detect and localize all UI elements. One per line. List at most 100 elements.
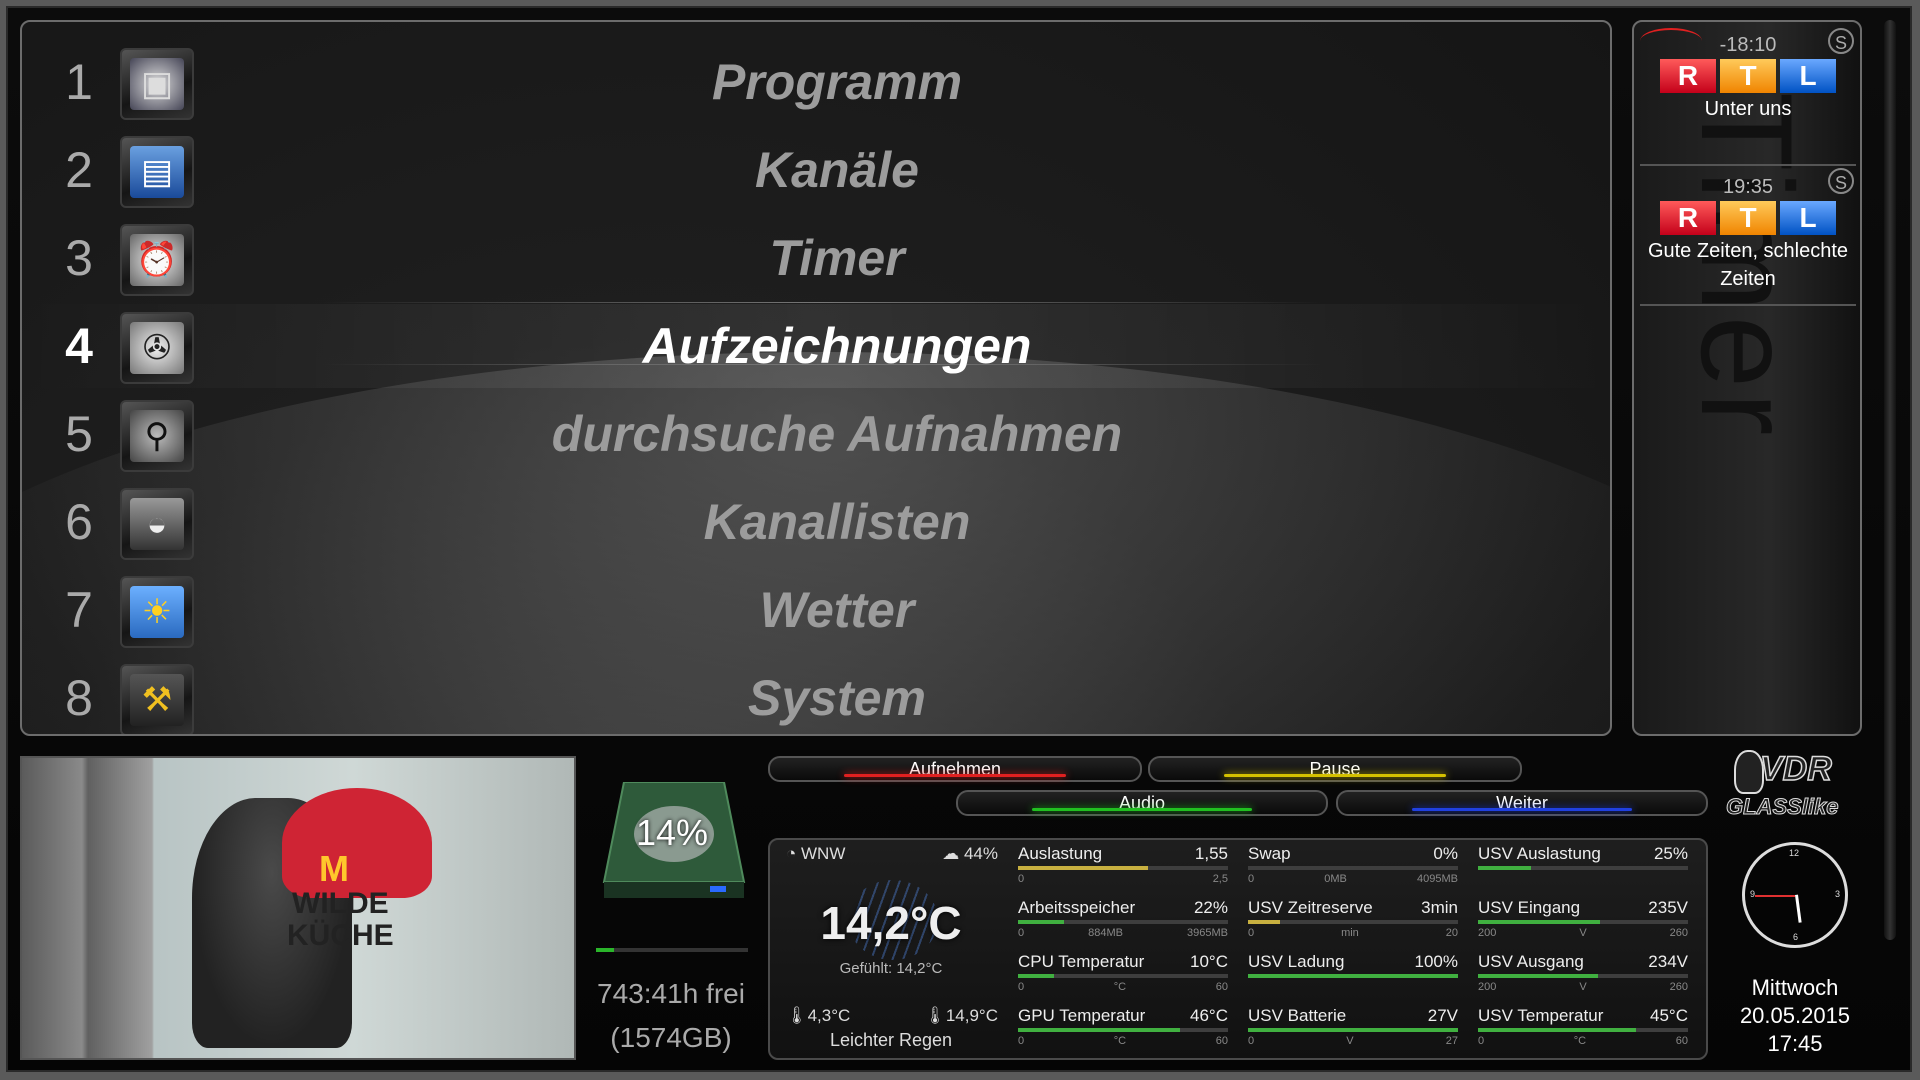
stat-max: 260 [1669, 927, 1688, 939]
stat-bar-fill [1248, 920, 1280, 924]
magnifier-icon: ⚲ [120, 400, 194, 472]
stat-bar [1478, 1028, 1688, 1032]
yellow-button[interactable]: Pause [1148, 756, 1522, 782]
menu-item-timer[interactable]: 3 ⏰ Timer [22, 214, 1610, 302]
stat-unit: 0MB [1324, 873, 1347, 885]
stat-name: Auslastung [1018, 844, 1103, 863]
stat-cpu-temperatur: CPU Temperatur 10°C 0 °C 60 [1018, 952, 1228, 1004]
menu-label: durchsuche Aufnahmen [551, 406, 1123, 462]
stat-name: Swap [1248, 844, 1291, 863]
stat-name: USV Temperatur [1478, 1006, 1604, 1025]
stat-usv-eingang: USV Eingang 235V 200 V 260 [1478, 898, 1688, 950]
menu-label: Programm [711, 54, 963, 110]
red-button[interactable]: Aufnehmen [768, 756, 1142, 782]
chef-hat-graphic [282, 788, 432, 898]
recordings-film-icon: ✇ [120, 312, 194, 384]
stat-min: 0 [1248, 1035, 1255, 1047]
timer-entry[interactable]: 19:35 RTL Gute Zeiten, schlechte Zeiten [1638, 164, 1858, 293]
stat-unit: °C [1573, 1035, 1587, 1047]
wind-direction: WNW [801, 844, 846, 863]
stat-bar [1248, 866, 1458, 870]
blue-button[interactable]: Weiter [1336, 790, 1708, 816]
rtl-logo-icon: RTL [1638, 59, 1858, 93]
stat-unit: V [1579, 981, 1587, 993]
stat-usv-zeitreserve: USV Zeitreserve 3min 0 min 20 [1248, 898, 1458, 950]
timer-entry[interactable]: -18:10 RTL Unter uns [1638, 22, 1858, 123]
stat-unit: min [1341, 927, 1359, 939]
stat-max: 260 [1669, 981, 1688, 993]
menu-item-durchsuche-aufnahmen[interactable]: 5 ⚲ durchsuche Aufnahmen [22, 390, 1610, 478]
stat-bar [1478, 920, 1688, 924]
timer-time: -18:10 [1719, 34, 1777, 56]
stat-value: 234V [1648, 952, 1688, 971]
stat-max: 60 [1215, 981, 1228, 993]
stat-bar [1018, 1028, 1228, 1032]
stat-min: 0 [1018, 981, 1025, 993]
stat-unit: °C [1113, 981, 1127, 993]
stat-unit: V [1346, 1035, 1354, 1047]
menu-number: 3 [65, 230, 93, 286]
stat-bar [1248, 974, 1458, 978]
thermometer-icon: 🌡 [786, 1006, 808, 1025]
menu-number: 1 [65, 54, 93, 110]
temp-min-value: 4,3°C [807, 1006, 851, 1025]
satellite-dish-icon: ◒ [120, 488, 194, 560]
stat-max: 4095MB [1417, 873, 1458, 885]
mcdonalds-logo-icon: M [319, 848, 349, 889]
stat-name: USV Zeitreserve [1248, 898, 1373, 917]
stat-arbeitsspeicher: Arbeitsspeicher 22% 0 884MB 3965MB [1018, 898, 1228, 950]
disk-free: 743:41h frei (1574GB) [586, 972, 756, 1060]
menu-item-wetter[interactable]: 7 ☀ Wetter [22, 566, 1610, 654]
stat-bar-fill [1018, 1028, 1180, 1032]
menu-item-programm[interactable]: 1 ▣ Programm [22, 38, 1610, 126]
menu-number: 8 [65, 670, 93, 726]
stat-bar [1248, 1028, 1458, 1032]
stat-name: USV Batterie [1248, 1006, 1347, 1025]
stat-bar-fill [1248, 974, 1458, 978]
time: 17:45 [1767, 1031, 1823, 1056]
menu-number: 5 [65, 406, 93, 462]
temp-max-value: 14,9°C [945, 1006, 998, 1025]
stat-unit: V [1579, 927, 1587, 939]
stat-value: 0% [1433, 844, 1458, 863]
channels-icon: ▤ [120, 136, 194, 208]
stat-usv-ladung: USV Ladung 100% [1248, 952, 1458, 1004]
stat-bar [1018, 866, 1228, 870]
stat-value: 235V [1648, 898, 1688, 917]
stat-bar-fill [1018, 866, 1149, 870]
menu-label: Aufzeichnungen [642, 318, 1032, 374]
menu-label: Kanallisten [703, 494, 971, 550]
stat-bar [1248, 920, 1458, 924]
stat-name: Arbeitsspeicher [1018, 898, 1136, 917]
stat-value: 25% [1653, 844, 1688, 863]
menu-label: Kanäle [755, 142, 919, 198]
menu-item-kanaele[interactable]: 2 ▤ Kanäle [22, 126, 1610, 214]
menu-item-kanallisten[interactable]: 6 ◒ Kanallisten [22, 478, 1610, 566]
alarm-clock-icon: ⏰ [120, 224, 194, 296]
stat-min: 0 [1018, 927, 1025, 939]
weather-widget: ◔ WNW ☁ 44% 14,2°C Gefühlt: 14,2°C 🌡4,3°… [778, 840, 1004, 1056]
menu-item-system[interactable]: 8 ⚒ System [22, 654, 1610, 734]
stat-bar-fill [1018, 920, 1065, 924]
green-button[interactable]: Audio [956, 790, 1328, 816]
stat-unit: °C [1113, 1035, 1127, 1047]
clock-hour-hand [1795, 894, 1802, 923]
logo-line1: VDR [1759, 749, 1832, 789]
stat-bar-fill [1478, 920, 1600, 924]
scrollbar[interactable] [1884, 20, 1896, 940]
menu-item-aufzeichnungen[interactable]: 4 ✇ Aufzeichnungen [22, 302, 1610, 390]
stat-min: 0 [1478, 1035, 1485, 1047]
temp-min: 🌡4,3°C [786, 1006, 850, 1026]
stat-name: USV Ladung [1248, 952, 1345, 971]
stat-bar-fill [1478, 866, 1531, 870]
stat-bar [1018, 974, 1228, 978]
stat-max: 20 [1445, 927, 1458, 939]
clock-minute-hand [1755, 895, 1795, 897]
stat-bar-fill [1018, 974, 1054, 978]
stat-bar-fill [1248, 1028, 1458, 1032]
clock-label-3: 3 [1834, 889, 1840, 899]
disk-usage-bar [596, 948, 748, 952]
stat-value: 100% [1414, 952, 1458, 971]
stat-min: 0 [1248, 873, 1255, 885]
menu-label: Wetter [759, 582, 915, 638]
